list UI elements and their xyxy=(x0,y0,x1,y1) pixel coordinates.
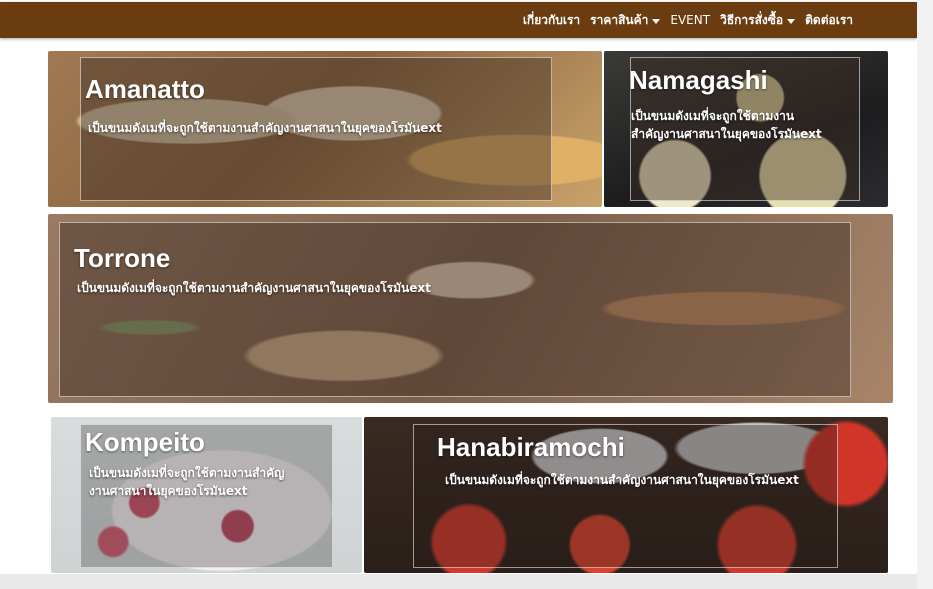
nav-item-label: เกี่ยวกับเรา xyxy=(522,12,581,27)
card-title: Namagashi xyxy=(629,65,768,95)
card-title: Hanabiramochi xyxy=(437,432,625,462)
card-description: เป็นขนมดังเมที่จะถูกใช้ตามงาน สำคัญงานศา… xyxy=(631,107,861,143)
top-navbar: เกี่ยวกับเรา ราคาสินค้า EVENT วิธีการสั่… xyxy=(0,2,917,38)
nav-item-contact[interactable]: ติดต่อเรา xyxy=(805,11,853,30)
product-card-hanabiramochi[interactable]: Hanabiramochi เป็นขนมดังเมที่จะถูกใช้ตาม… xyxy=(364,417,888,573)
card-description: เป็นขนมดังเมที่จะถูกใช้ตามงานสำคัญงานศาส… xyxy=(88,121,442,135)
product-card-torrone[interactable]: Torrone เป็นขนมดังเมที่จะถูกใช้ตามงานสำค… xyxy=(48,214,893,403)
card-description-line: เป็นขนมดังเมที่จะถูกใช้ตามงานสำคัญ xyxy=(89,466,285,480)
chevron-down-icon xyxy=(787,18,796,24)
nav-item-about[interactable]: เกี่ยวกับเรา xyxy=(523,11,580,30)
nav-item-how-to-order[interactable]: วิธีการสั่งซื้อ xyxy=(720,11,796,30)
nav-item-prices[interactable]: ราคาสินค้า xyxy=(590,11,661,30)
nav-item-label: วิธีการสั่งซื้อ xyxy=(720,12,784,27)
card-description: เป็นขนมดังเมที่จะถูกใช้ตามงานสำคัญงานศาส… xyxy=(77,281,431,295)
card-description-line: สำคัญงานศาสนาในยุคของโรมันext xyxy=(631,127,822,141)
card-title: Amanatto xyxy=(85,74,205,104)
product-card-namagashi[interactable]: Namagashi เป็นขนมดังเมที่จะถูกใช้ตามงาน … xyxy=(604,51,888,207)
nav-item-label: EVENT xyxy=(670,13,711,27)
card-title: Kompeito xyxy=(85,427,205,457)
nav-menu: เกี่ยวกับเรา ราคาสินค้า EVENT วิธีการสั่… xyxy=(523,2,853,38)
card-description: เป็นขนมดังเมที่จะถูกใช้ตามงานสำคัญงานศาส… xyxy=(445,473,799,487)
product-card-kompeito[interactable]: Kompeito เป็นขนมดังเมที่จะถูกใช้ตามงานสำ… xyxy=(51,417,362,573)
card-caption-box xyxy=(59,222,851,397)
card-description: เป็นขนมดังเมที่จะถูกใช้ตามงานสำคัญ งานศา… xyxy=(89,464,329,500)
nav-item-label: ราคาสินค้า xyxy=(590,12,649,27)
card-title: Torrone xyxy=(74,243,171,273)
nav-item-label: ติดต่อเรา xyxy=(805,12,853,27)
page-footer-strip xyxy=(0,574,917,589)
chevron-down-icon xyxy=(652,18,661,24)
scrollbar[interactable] xyxy=(917,0,933,589)
card-description-line: งานศาสนาในยุคของโรมันext xyxy=(89,484,248,498)
nav-item-event[interactable]: EVENT xyxy=(670,13,710,27)
product-card-amanatto[interactable]: Amanatto เป็นขนมดังเมที่จะถูกใช้ตามงานสำ… xyxy=(48,51,602,207)
card-description-line: เป็นขนมดังเมที่จะถูกใช้ตามงาน xyxy=(631,109,795,123)
